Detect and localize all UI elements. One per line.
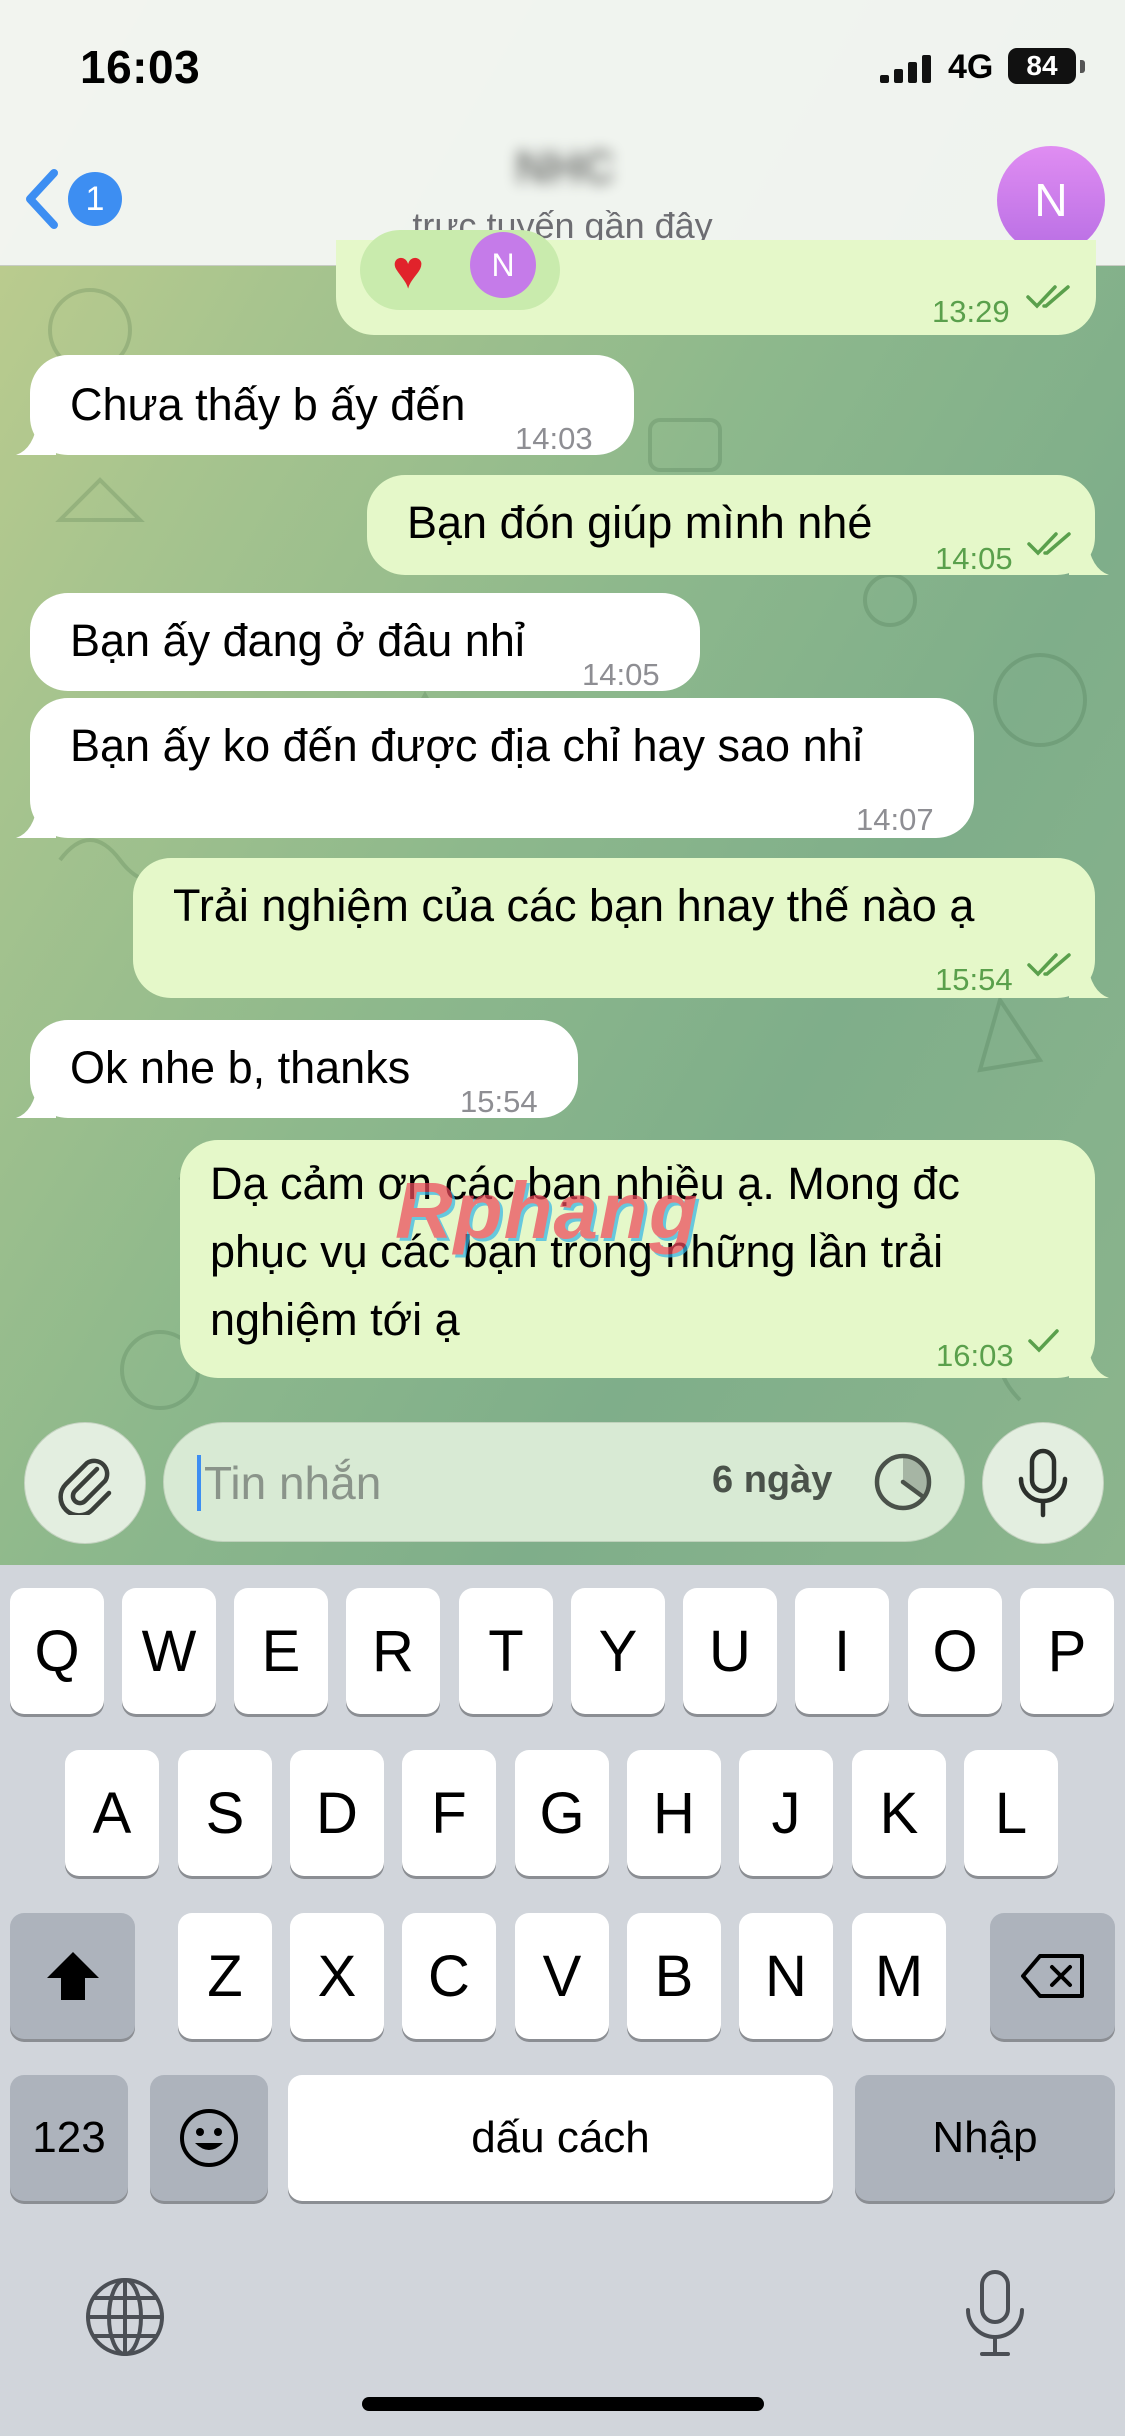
bubble-tail: [1069, 539, 1109, 575]
message-bubble-incoming[interactable]: Bạn ấy đang ở đâu nhỉ 14:05: [30, 593, 700, 692]
bubble-tail: [1069, 962, 1109, 998]
message-text: Chưa thấy b ấy đến: [70, 379, 466, 430]
attach-button[interactable]: [24, 1422, 146, 1544]
text-caret: [197, 1455, 201, 1511]
message-time: 14:03: [515, 421, 593, 456]
key-q[interactable]: Q: [10, 1588, 104, 1714]
space-key[interactable]: dấu cách: [288, 2075, 833, 2201]
network-type: 4G: [948, 48, 994, 86]
message-time: 13:29: [932, 294, 1010, 329]
message-bubble-outgoing[interactable]: Trải nghiệm của các bạn hnay thế nào ạ 1…: [133, 858, 1109, 998]
message-bubble-incoming[interactable]: Chưa thấy b ấy đến 14:03: [16, 355, 634, 456]
timer-clock-icon[interactable]: [872, 1451, 934, 1513]
reaction-chip[interactable]: ♥ N: [360, 230, 560, 310]
key-u[interactable]: U: [683, 1588, 777, 1714]
key-r[interactable]: R: [346, 1588, 440, 1714]
battery-level: 84: [1026, 50, 1058, 81]
message-text: Bạn đón giúp mình nhé: [407, 497, 873, 548]
key-s[interactable]: S: [178, 1750, 272, 1876]
key-w[interactable]: W: [122, 1588, 216, 1714]
key-l[interactable]: L: [964, 1750, 1058, 1876]
message-time: 14:05: [935, 541, 1013, 576]
home-indicator[interactable]: [362, 2397, 764, 2411]
contact-avatar[interactable]: N: [997, 146, 1105, 254]
key-i[interactable]: I: [795, 1588, 889, 1714]
key-k[interactable]: K: [852, 1750, 946, 1876]
status-bar: 16:03 4G 84: [0, 0, 1125, 140]
battery-icon: 84: [1008, 48, 1076, 84]
key-d[interactable]: D: [290, 1750, 384, 1876]
key-n[interactable]: N: [739, 1913, 833, 2039]
message-text: Trải nghiệm của các bạn hnay thế nào ạ: [173, 880, 975, 931]
heart-icon: ♥: [392, 240, 425, 300]
bubble-tail: [16, 1082, 56, 1118]
key-a[interactable]: A: [65, 1750, 159, 1876]
key-y[interactable]: Y: [571, 1588, 665, 1714]
watermark: Rphang: [395, 1166, 699, 1255]
contact-name-blurred[interactable]: NHC: [505, 140, 625, 200]
message-text: Bạn ấy đang ở đâu nhỉ: [70, 615, 525, 666]
bubble-tail: [1069, 1342, 1109, 1378]
key-p[interactable]: P: [1020, 1588, 1114, 1714]
message-time: 14:07: [856, 802, 934, 837]
read-double-check-icon: [1026, 285, 1070, 309]
message-text: Ok nhe b, thanks: [70, 1042, 411, 1093]
message-bubble-reaction[interactable]: ♥ N 13:29: [336, 230, 1096, 335]
message-time: 15:54: [460, 1084, 538, 1119]
sent-check-icon: [1028, 1329, 1059, 1353]
keyboard: Q W E R T Y U I O P A S D F G H J K L Z …: [0, 1565, 1125, 2436]
microphone-icon: [1018, 1448, 1068, 1518]
key-x[interactable]: X: [290, 1913, 384, 2039]
status-time: 16:03: [80, 41, 201, 93]
reaction-avatar: N: [470, 232, 536, 298]
message-input-placeholder: Tin nhắn: [204, 1457, 382, 1509]
paperclip-icon: [58, 1458, 112, 1515]
numbers-key[interactable]: 123: [10, 2075, 128, 2201]
key-m[interactable]: M: [852, 1913, 946, 2039]
backspace-key[interactable]: [990, 1913, 1115, 2039]
message-time: 16:03: [936, 1338, 1014, 1373]
avatar-initial: N: [1034, 174, 1068, 226]
message-bubble-outgoing[interactable]: Bạn đón giúp mình nhé 14:05: [367, 475, 1109, 576]
key-o[interactable]: O: [908, 1588, 1002, 1714]
bubble-tail: [16, 802, 56, 838]
read-double-check-icon: [1027, 532, 1071, 556]
voice-record-button[interactable]: [982, 1422, 1104, 1544]
key-z[interactable]: Z: [178, 1913, 272, 2039]
key-f[interactable]: F: [402, 1750, 496, 1876]
shift-arrow-icon: [46, 1952, 99, 2000]
globe-icon[interactable]: [82, 2274, 168, 2360]
bubble-tail: [16, 419, 56, 455]
message-line: nghiệm tới ạ: [210, 1294, 460, 1345]
dictation-microphone-icon[interactable]: [962, 2268, 1028, 2360]
battery-tip: [1080, 60, 1085, 73]
read-double-check-icon: [1027, 953, 1071, 977]
message-text: Bạn ấy ko đến được địa chỉ hay sao nhỉ: [70, 720, 863, 771]
auto-delete-timer-label[interactable]: 6 ngày: [712, 1459, 832, 1502]
cellular-signal-icon: [880, 55, 931, 83]
emoji-key[interactable]: [150, 2075, 268, 2201]
message-input[interactable]: Tin nhắn 6 ngày: [163, 1422, 965, 1542]
emoji-face-icon: [180, 2109, 238, 2167]
key-h[interactable]: H: [627, 1750, 721, 1876]
key-t[interactable]: T: [459, 1588, 553, 1714]
key-v[interactable]: V: [515, 1913, 609, 2039]
key-b[interactable]: B: [627, 1913, 721, 2039]
chat-header: 16:03 4G 84 1 NHC trực tuyến gần đây N: [0, 0, 1125, 266]
backspace-icon: [1020, 1954, 1084, 1998]
shift-key[interactable]: [10, 1913, 135, 2039]
message-time: 15:54: [935, 962, 1013, 997]
key-j[interactable]: J: [739, 1750, 833, 1876]
message-bubble-incoming[interactable]: Bạn ấy ko đến được địa chỉ hay sao nhỉ 1…: [16, 698, 974, 838]
key-e[interactable]: E: [234, 1588, 328, 1714]
reaction-avatar-initial: N: [491, 247, 515, 283]
key-g[interactable]: G: [515, 1750, 609, 1876]
return-key[interactable]: Nhập: [855, 2075, 1115, 2201]
key-c[interactable]: C: [402, 1913, 496, 2039]
message-bubble-incoming[interactable]: Ok nhe b, thanks 15:54: [16, 1020, 578, 1119]
